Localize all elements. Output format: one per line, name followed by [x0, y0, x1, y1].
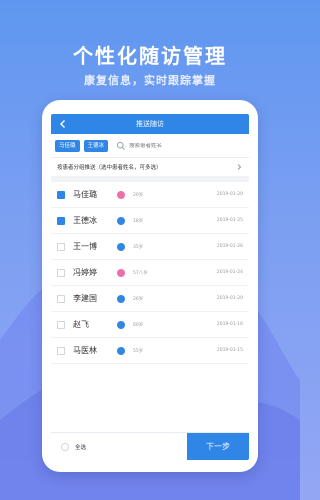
- patient-date: 2019-01-16: [216, 322, 243, 327]
- patient-age: 26岁: [133, 296, 144, 302]
- male-icon: [117, 216, 125, 225]
- row-checkbox[interactable]: [57, 190, 65, 204]
- patient-age: 18岁: [133, 218, 144, 224]
- patient-name: 王德冰: [73, 216, 97, 225]
- patient-date: 2019-01-25: [216, 218, 243, 223]
- male-icon: [117, 320, 125, 329]
- patient-date: 2019-01-15: [216, 348, 243, 353]
- patient-name: 李建国: [73, 294, 97, 303]
- patient-age: 60岁: [133, 322, 144, 328]
- selected-tag[interactable]: 王德冰: [83, 139, 109, 152]
- select-all-label: 全选: [75, 444, 87, 451]
- patient-date: 2019-01-20: [216, 192, 243, 197]
- patient-row[interactable]: 马佳璐 20岁 2019-01-20: [51, 182, 249, 208]
- patient-row[interactable]: 冯婷婷 57八岁 2019-01-24: [51, 260, 249, 286]
- female-icon: [117, 268, 125, 277]
- patient-name: 马医林: [73, 346, 97, 355]
- patient-age: 20岁: [133, 192, 144, 198]
- check-icon: [58, 225, 64, 230]
- row-checkbox[interactable]: [57, 242, 65, 251]
- footer-bar: 全选 下一步: [51, 432, 249, 460]
- patient-row[interactable]: 赵飞 60岁 2019-01-16: [51, 312, 249, 338]
- hero-subtitle: 康复信息，实时跟踪掌握: [84, 74, 216, 87]
- group-push-row[interactable]: 按患者分组推送（选中患者姓名，可多选）: [51, 158, 249, 182]
- row-checkbox[interactable]: [57, 346, 65, 355]
- row-checkbox[interactable]: [57, 320, 65, 329]
- app-screen: 推送随访 马佳璐 王德冰 按患者分组推送（选中患者姓名，可多选） 马佳璐 20岁…: [51, 114, 249, 460]
- patient-date: 2019-01-26: [216, 244, 243, 249]
- male-icon: [117, 294, 125, 303]
- patient-name: 赵飞: [73, 320, 89, 329]
- group-push-hint: 按患者分组推送（选中患者姓名，可多选）: [57, 165, 162, 171]
- selected-tag[interactable]: 马佳璐: [55, 139, 80, 152]
- patient-name: 冯婷婷: [73, 268, 97, 277]
- patient-name: 马佳璐: [73, 190, 97, 199]
- row-checkbox[interactable]: [57, 216, 65, 230]
- patient-age: 35岁: [133, 244, 144, 250]
- patient-row[interactable]: 马医林 55岁 2019-01-15: [51, 338, 249, 364]
- chevron-left-icon[interactable]: [57, 118, 69, 130]
- male-icon: [117, 242, 125, 251]
- male-icon: [117, 346, 125, 355]
- search-input[interactable]: [129, 142, 200, 149]
- patient-date: 2019-01-24: [216, 270, 243, 275]
- next-button[interactable]: 下一步: [187, 432, 249, 460]
- page-title: 推送随访: [136, 120, 164, 128]
- search-icon: [116, 141, 125, 150]
- select-all-checkbox[interactable]: [61, 442, 69, 451]
- row-checkbox[interactable]: [57, 294, 65, 303]
- patient-name: 王一博: [73, 242, 97, 251]
- chevron-right-icon: [237, 164, 242, 170]
- check-icon: [58, 199, 64, 204]
- female-icon: [117, 190, 125, 199]
- patient-age: 55岁: [133, 348, 144, 354]
- hero-title: 个性化随访管理: [73, 44, 227, 68]
- patient-list: 马佳璐 20岁 2019-01-20 王德冰 18岁 2019-01-25 王一…: [51, 182, 249, 364]
- patient-row[interactable]: 李建国 26岁 2019-01-20: [51, 286, 249, 312]
- patient-row[interactable]: 王德冰 18岁 2019-01-25: [51, 208, 249, 234]
- patient-row[interactable]: 王一博 35岁 2019-01-26: [51, 234, 249, 260]
- row-checkbox[interactable]: [57, 268, 65, 277]
- patient-date: 2019-01-20: [216, 296, 243, 301]
- patient-age: 57八岁: [133, 270, 148, 276]
- selected-tags-bar: 马佳璐 王德冰: [51, 134, 249, 158]
- app-header: 推送随访: [51, 114, 249, 134]
